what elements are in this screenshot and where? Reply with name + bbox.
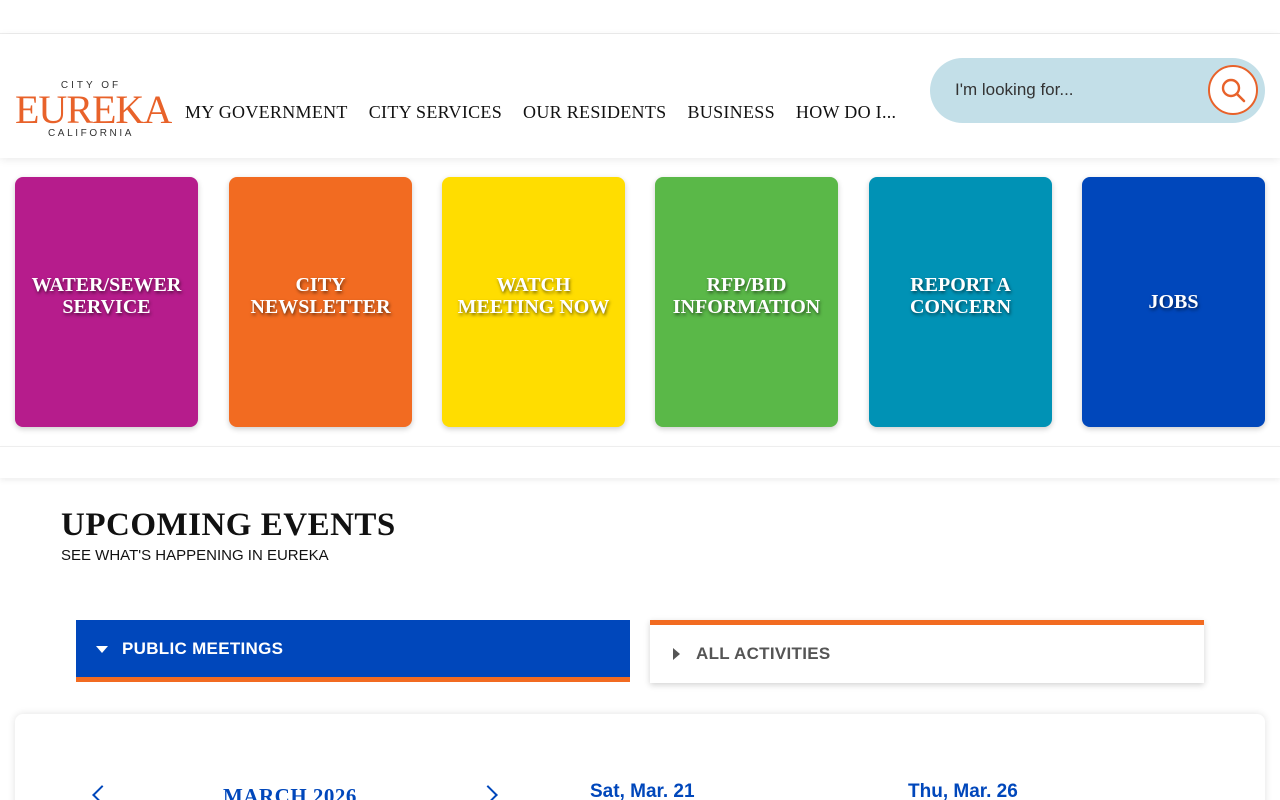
tab-label: PUBLIC MEETINGS	[122, 638, 284, 658]
search-input[interactable]	[955, 76, 1195, 104]
events-subtitle: SEE WHAT'S HAPPENING IN EUREKA	[61, 547, 329, 564]
tile-label: RFP/BID INFORMATION	[672, 274, 821, 318]
quick-links: WATER/SEWER SERVICE CITY NEWSLETTER WATC…	[0, 177, 1280, 427]
site-header: CITY OF EUREKA CALIFORNIA MY GOVERNMENT …	[0, 34, 1280, 158]
calendar-month: MARCH 2026	[223, 784, 357, 800]
chevron-right-icon[interactable]	[478, 785, 498, 800]
search-bar	[930, 58, 1265, 123]
tile-report-concern[interactable]: REPORT A CONCERN	[869, 177, 1052, 427]
city-logo[interactable]: CITY OF EUREKA CALIFORNIA	[15, 80, 172, 142]
tile-label: JOBS	[1148, 291, 1199, 313]
nav-how-do-i[interactable]: HOW DO I...	[796, 100, 896, 124]
chevron-left-icon[interactable]	[92, 785, 112, 800]
tab-label: ALL ACTIVITIES	[696, 644, 831, 663]
search-button[interactable]	[1208, 65, 1258, 115]
top-strip	[0, 0, 1280, 34]
tab-all-activities[interactable]: ALL ACTIVITIES	[650, 620, 1204, 683]
logo-eureka: EUREKA	[15, 87, 172, 132]
tile-label: WATER/SEWER SERVICE	[31, 274, 182, 318]
event-date[interactable]: Sat, Mar. 21	[590, 780, 695, 800]
tile-rfp-bid[interactable]: RFP/BID INFORMATION	[655, 177, 838, 427]
tile-watch-meeting[interactable]: WATCH MEETING NOW	[442, 177, 625, 427]
event-date[interactable]: Thu, Mar. 26	[908, 780, 1018, 800]
tile-label: CITY NEWSLETTER	[250, 274, 391, 318]
tile-label: REPORT A CONCERN	[909, 274, 1012, 318]
nav-my-government[interactable]: MY GOVERNMENT	[185, 100, 348, 124]
nav-our-residents[interactable]: OUR RESIDENTS	[523, 100, 666, 124]
nav-business[interactable]: BUSINESS	[687, 100, 774, 124]
tile-water-sewer[interactable]: WATER/SEWER SERVICE	[15, 177, 198, 427]
calendar-card: MARCH 2026 Sat, Mar. 21 Thu, Mar. 26	[15, 714, 1265, 800]
tile-jobs[interactable]: JOBS	[1082, 177, 1265, 427]
section-divider	[0, 446, 1280, 478]
search-icon	[1221, 78, 1246, 103]
tab-public-meetings[interactable]: PUBLIC MEETINGS	[76, 620, 630, 682]
nav-city-services[interactable]: CITY SERVICES	[369, 100, 502, 124]
tile-label: WATCH MEETING NOW	[457, 274, 610, 318]
main-nav: MY GOVERNMENT CITY SERVICES OUR RESIDENT…	[185, 100, 917, 124]
events-title: UPCOMING EVENTS	[61, 507, 396, 543]
caret-right-icon	[670, 648, 682, 660]
tile-city-newsletter[interactable]: CITY NEWSLETTER	[229, 177, 412, 427]
caret-down-icon	[96, 643, 108, 655]
